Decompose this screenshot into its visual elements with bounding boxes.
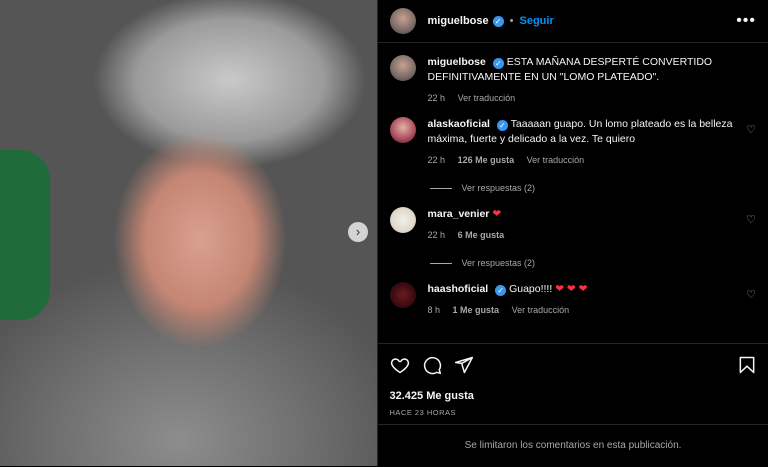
comments-list: miguelbose ✓ ESTA MAÑANA DESPERTÉ CONVER… [378,43,768,315]
comment: mara_venier ❤ 22 h 6 Me gusta ♡ [389,207,756,240]
view-replies-button[interactable]: Ver respuestas (2) [429,183,756,193]
green-pillow [0,150,50,320]
verified-badge-icon: ✓ [495,285,507,296]
like-comment-heart-icon[interactable]: ♡ [746,123,756,136]
comment-time[interactable]: 22 h [428,155,446,165]
more-options-icon[interactable]: ••• [736,12,756,30]
verified-badge-icon: ✓ [496,120,508,131]
heart-emoji-icon: ❤ [492,208,502,220]
comment-likes[interactable]: 6 Me gusta [458,230,505,240]
replies-line [429,262,452,264]
comment-username[interactable]: haashoficial [428,283,489,295]
header-username[interactable]: miguelbose [428,15,489,27]
replies-line [429,187,452,189]
caption-avatar[interactable] [389,55,416,81]
post-actions: 32.425 Me gusta HACE 23 HORAS [377,343,768,417]
comment-text: Guapo!!!! [509,283,553,295]
follow-button[interactable]: Seguir [520,15,554,27]
comment-translate-link[interactable]: Ver traducción [512,305,570,315]
comment-avatar[interactable] [389,282,416,308]
post-likes-count[interactable]: 32.425 Me gusta [378,376,768,402]
view-replies-label[interactable]: Ver respuestas (2) [462,183,536,193]
comment-username[interactable]: mara_venier [428,208,490,220]
like-comment-heart-icon[interactable]: ♡ [746,213,756,226]
caption-translate-link[interactable]: Ver traducción [458,93,516,103]
like-comment-heart-icon[interactable]: ♡ [746,288,756,301]
separator-dot: • [509,15,514,27]
post-side-panel: miguelbose ✓ • Seguir ••• miguelbose ✓ E… [376,0,768,467]
caption-username[interactable]: miguelbose [428,56,486,68]
view-replies-button[interactable]: Ver respuestas (2) [429,258,756,268]
comment-time[interactable]: 8 h [428,305,441,315]
share-paper-plane-icon[interactable] [454,355,474,375]
caption-time[interactable]: 22 h [428,93,446,103]
verified-badge-icon: ✓ [492,15,504,27]
instagram-post-view: › miguelbose ✓ • Seguir ••• miguelbose ✓… [0,0,768,466]
comment-avatar[interactable] [389,117,416,143]
comment: alaskaoficial ✓ Taaaaan guapo. Un lomo p… [389,117,756,165]
post-timestamp[interactable]: HACE 23 HORAS [378,402,768,417]
post-photo[interactable]: › [0,0,377,466]
comment-likes[interactable]: 1 Me gusta [453,305,500,315]
view-replies-label[interactable]: Ver respuestas (2) [462,258,536,268]
next-image-button[interactable]: › [348,222,368,242]
post-header: miguelbose ✓ • Seguir ••• [377,0,768,43]
save-bookmark-icon[interactable] [737,355,757,375]
verified-badge-icon: ✓ [492,58,504,69]
comment-username[interactable]: alaskaoficial [428,118,490,130]
comments-limited-notice: Se limitaron los comentarios en esta pub… [377,424,768,467]
comment-likes[interactable]: 126 Me gusta [458,155,515,165]
comment-avatar[interactable] [389,207,416,233]
caption: miguelbose ✓ ESTA MAÑANA DESPERTÉ CONVER… [389,55,756,103]
avatar[interactable] [389,8,416,34]
like-heart-icon[interactable] [390,355,410,375]
comment-translate-link[interactable]: Ver traducción [527,155,585,165]
comment-time[interactable]: 22 h [428,230,446,240]
comment-bubble-icon[interactable] [422,355,442,375]
comment: haashoficial ✓ Guapo!!!! ❤ ❤ ❤ 8 h 1 Me … [389,282,756,315]
heart-emoji-icon: ❤ ❤ ❤ [555,283,588,295]
